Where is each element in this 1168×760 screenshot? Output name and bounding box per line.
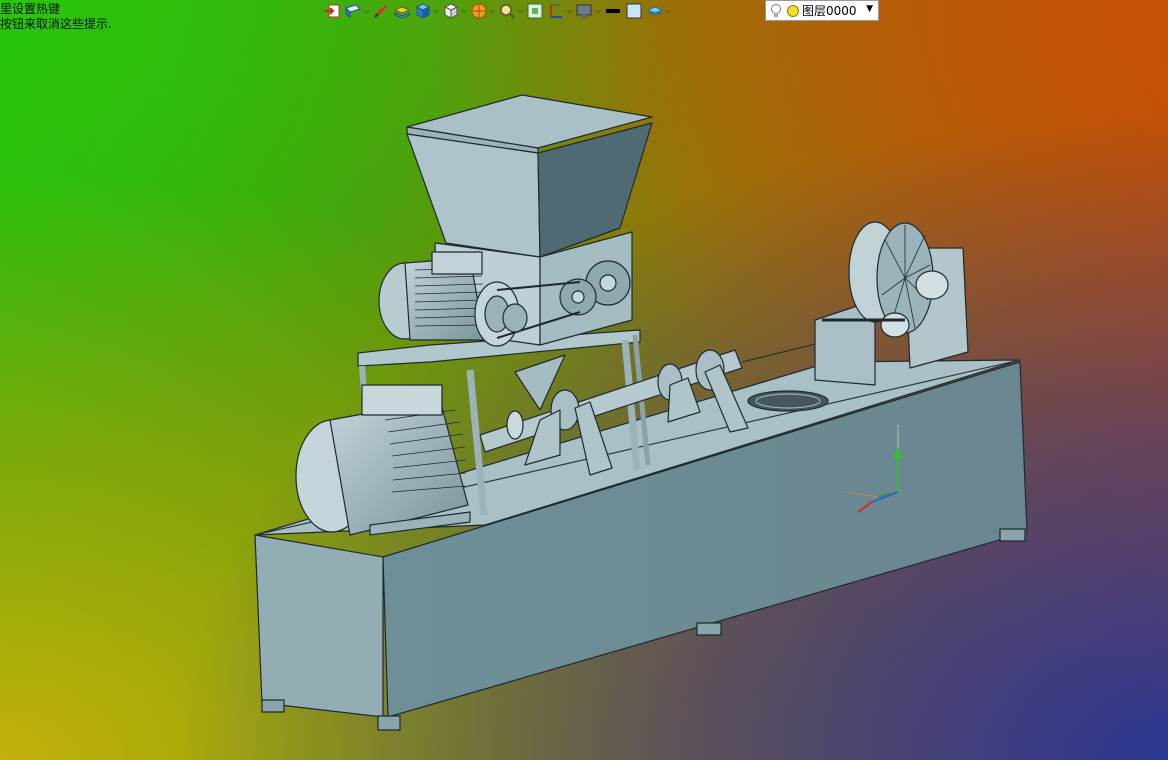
lightbulb-icon[interactable] [770,3,782,19]
cube-white-button[interactable]: ⌵ [441,1,468,21]
chevron-down-icon[interactable]: ⌵ [461,7,467,15]
monitor-icon [575,2,593,20]
fit-view-button[interactable] [525,1,545,21]
hint-dismiss-text: 按钮来取消这些提示. [0,17,112,31]
3d-viewport[interactable]: 里设置热键 按钮来取消这些提示. ⌵ ⌵ ⌵ ⌵ ⌵ ⌵ ⌵ ⌵ 图层0000 … [0,0,1168,760]
color-wheel-icon [470,2,488,20]
dropdown-arrow-icon[interactable]: ▼ [866,4,873,14]
sun-icon[interactable] [786,4,800,18]
layer-select-value: 图层0000 [802,4,857,18]
cube-blue-button[interactable]: ⌵ [413,1,440,21]
pen-edit-icon [372,2,390,20]
color-wheel-button[interactable]: ⌵ [469,1,496,21]
stack-blocks-icon [393,2,411,20]
chevron-down-icon[interactable]: ⌵ [594,7,600,15]
layer-select[interactable]: 图层0000 ▼ [765,0,879,21]
open-file-button[interactable]: ⌵ [343,1,370,21]
monitor-button[interactable]: ⌵ [574,1,601,21]
fill-color-icon [625,2,643,20]
line-color-icon [604,2,622,20]
chevron-down-icon[interactable]: ⌵ [433,7,439,15]
cube-blue-icon [414,2,432,20]
import-button[interactable] [322,1,342,21]
zoom-button[interactable]: ⌵ [497,1,524,21]
hint-hotkey-text: 里设置热键 [0,2,61,16]
import-icon [323,2,341,20]
line-color-button[interactable] [603,1,623,21]
machine-model[interactable] [0,0,1168,760]
chevron-down-icon[interactable]: ⌵ [517,7,523,15]
chevron-down-icon[interactable]: ⌵ [566,7,572,15]
ruler-button[interactable]: ⌵ [546,1,573,21]
chevron-down-icon[interactable]: ⌵ [489,7,495,15]
hopper-left [406,133,541,258]
stack-blocks-button[interactable] [392,1,412,21]
main-toolbar: ⌵ ⌵ ⌵ ⌵ ⌵ ⌵ ⌵ ⌵ [322,0,672,22]
open-file-icon [344,2,362,20]
fill-color-button[interactable] [624,1,644,21]
chevron-down-icon[interactable]: ⌵ [363,7,369,15]
fit-view-icon [526,2,544,20]
pen-edit-button[interactable] [371,1,391,21]
base-left [254,534,384,718]
chevron-down-icon[interactable]: ⌵ [665,7,671,15]
ruler-icon [547,2,565,20]
layers-button[interactable]: ⌵ [645,1,672,21]
layers-icon [646,2,664,20]
zoom-icon [498,2,516,20]
cube-white-icon [442,2,460,20]
